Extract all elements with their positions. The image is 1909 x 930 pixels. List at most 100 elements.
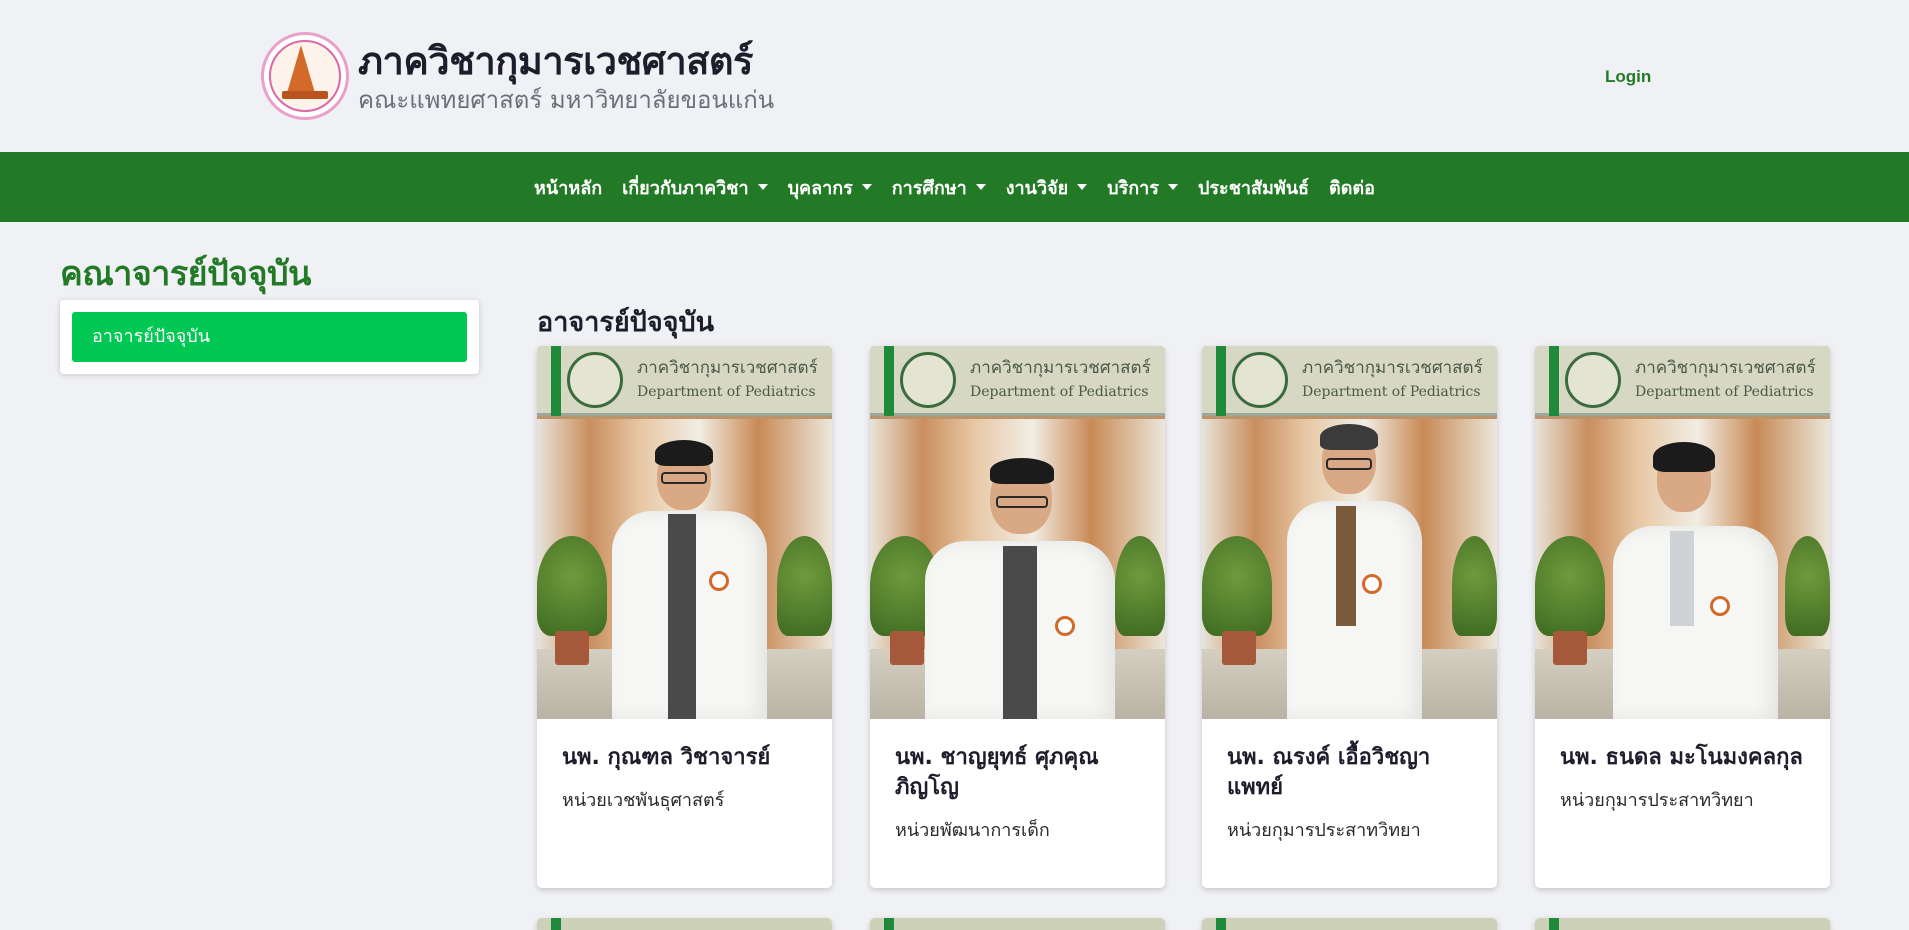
caret-down-icon [757,184,768,190]
faculty-card-partial[interactable] [537,918,832,930]
main-nav: หน้าหลัก เกี่ยวกับภาควิชา บุคลากร การศึก… [0,152,1909,222]
pot-icon [1553,631,1587,665]
glasses [661,472,707,484]
department-sign: ภาควิชากุมารเวชศาสตร์ Department of Pedi… [1535,346,1830,416]
logo-temple-icon [287,45,315,93]
pot-icon [555,631,589,665]
nav-item-label: ประชาสัมพันธ์ [1197,177,1310,199]
pot-icon [1222,631,1256,665]
sign-stripe [1549,346,1559,416]
sign-seal-icon [900,352,956,408]
sign-seal-icon [567,352,623,408]
page-title: คณาจารย์ปัจจุบัน [60,254,311,294]
faculty-photo[interactable]: ภาควิชากุมารเวชศาสตร์ Department of Pedi… [537,346,832,719]
nav-item-home[interactable]: หน้าหลัก [534,173,602,202]
caret-down-icon [975,184,986,190]
department-sign: ภาควิชากุมารเวชศาสตร์ Department of Pedi… [1202,346,1497,416]
faculty-name[interactable]: นพ. ชาญยุทธ์ ศุภคุณภิญโญ [895,743,1140,803]
nav-item-label: งานวิจัย [1005,177,1069,199]
sign-stripe [884,346,894,416]
faculty-card[interactable]: ภาควิชากุมารเวชศาสตร์ Department of Pedi… [1202,346,1497,888]
plant-icon [777,536,832,636]
nav-items: หน้าหลัก เกี่ยวกับภาควิชา บุคลากร การศึก… [0,152,1909,222]
faculty-unit: หน่วยเวชพันธุศาสตร์ [562,790,725,811]
card-body: นพ. ชาญยุทธ์ ศุภคุณภิญโญ หน่วยพัฒนาการเด… [870,719,1165,844]
nav-item-education[interactable]: การศึกษา [892,173,986,202]
plant-icon [1452,536,1497,636]
faculty-card-partial[interactable] [1535,918,1830,930]
sign-stripe [551,918,561,930]
login-link[interactable]: Login [1605,67,1651,87]
sign-seal-icon [1232,352,1288,408]
faculty-card[interactable]: ภาควิชากุมารเวชศาสตร์ Department of Pedi… [870,346,1165,888]
hair [1653,442,1715,472]
faculty-card[interactable]: ภาควิชากุมารเวชศาสตร์ Department of Pedi… [537,346,832,888]
nav-item-label: ติดต่อ [1329,177,1375,199]
faculty-photo[interactable]: ภาควิชากุมารเวชศาสตร์ Department of Pedi… [870,346,1165,719]
caret-down-icon [1077,184,1088,190]
sign-text-english: Department of Pediatrics [637,384,816,400]
caret-down-icon [1167,184,1178,190]
sign-stripe [1549,918,1559,930]
sign-text-thai: ภาควิชากุมารเวชศาสตร์ [1302,358,1483,378]
nav-item-news[interactable]: ประชาสัมพันธ์ [1198,173,1309,202]
sign-text-thai: ภาควิชากุมารเวชศาสตร์ [1635,358,1816,378]
sign-text-thai: ภาควิชากุมารเวชศาสตร์ [637,358,818,378]
nav-item-label: บุคลากร [787,177,853,199]
faculty-name[interactable]: นพ. ณรงค์ เอื้อวิชญาแพทย์ [1227,743,1472,803]
nav-item-label: เกี่ยวกับภาควิชา [622,177,749,199]
sign-stripe [1216,346,1226,416]
nav-item-personnel[interactable]: บุคลากร [788,173,872,202]
department-sign: ภาควิชากุมารเวชศาสตร์ Department of Pedi… [870,346,1165,416]
faculty-photo[interactable]: ภาควิชากุมารเวชศาสตร์ Department of Pedi… [1202,346,1497,719]
faculty-name[interactable]: นพ. ธนดล มะโนมงคลกุล [1560,743,1805,773]
site-subtitle: คณะแพทยศาสตร์ มหาวิทยาลัยขอนแก่น [358,86,775,114]
department-sign: ภาควิชากุมารเวชศาสตร์ Department of Pedi… [537,346,832,416]
faculty-unit: หน่วยกุมารประสาทวิทยา [1227,820,1421,841]
sign-text-english: Department of Pediatrics [1635,384,1814,400]
nav-item-services[interactable]: บริการ [1107,173,1178,202]
coat [1613,526,1778,719]
faculty-name[interactable]: นพ. กุณฑล วิชาจารย์ [562,743,807,773]
faculty-unit: หน่วยพัฒนาการเด็ก [895,820,1050,841]
plant-icon [1115,536,1165,636]
caret-down-icon [861,184,872,190]
faculty-logo[interactable] [261,32,349,120]
faculty-photo[interactable]: ภาควิชากุมารเวชศาสตร์ Department of Pedi… [1535,346,1830,719]
nav-item-label: การศึกษา [891,177,967,199]
badge-icon [709,571,729,591]
sidebar-item-current-faculty[interactable]: อาจารย์ปัจจุบัน [72,312,467,362]
site-header: ภาควิชากุมารเวชศาสตร์ คณะแพทยศาสตร์ มหาว… [0,0,1909,152]
sign-seal-icon [1565,352,1621,408]
faculty-card-partial[interactable] [870,918,1165,930]
logo-base [282,91,328,99]
tie [1336,506,1356,626]
sign-stripe [884,918,894,930]
shirt [668,514,696,719]
faculty-card[interactable]: ภาควิชากุมารเวชศาสตร์ Department of Pedi… [1535,346,1830,888]
hair [1320,424,1378,450]
nav-item-research[interactable]: งานวิจัย [1005,173,1088,202]
badge-icon [1710,596,1730,616]
nav-item-label: บริการ [1107,177,1159,199]
hair [990,458,1054,484]
pot-icon [890,631,924,665]
plant-icon [1202,536,1272,636]
sign-stripe [551,346,561,416]
card-body: นพ. ธนดล มะโนมงคลกุล หน่วยกุมารประสาทวิท… [1535,719,1830,814]
card-body: นพ. กุณฑล วิชาจารย์ หน่วยเวชพันธุศาสตร์ [537,719,832,814]
faculty-unit: หน่วยกุมารประสาทวิทยา [1560,790,1754,811]
sign-text-thai: ภาควิชากุมารเวชศาสตร์ [970,358,1151,378]
card-body: นพ. ณรงค์ เอื้อวิชญาแพทย์ หน่วยกุมารประส… [1202,719,1497,844]
badge-icon [1055,616,1075,636]
plant-icon [1785,536,1830,636]
faculty-card-partial[interactable] [1202,918,1497,930]
nav-item-contact[interactable]: ติดต่อ [1329,173,1375,202]
hair [655,440,713,466]
shirt [1670,531,1694,626]
nav-item-label: หน้าหลัก [534,177,603,199]
sign-text-english: Department of Pediatrics [1302,384,1481,400]
nav-item-about[interactable]: เกี่ยวกับภาควิชา [622,173,768,202]
shirt [1003,546,1037,719]
glasses [1326,458,1372,470]
